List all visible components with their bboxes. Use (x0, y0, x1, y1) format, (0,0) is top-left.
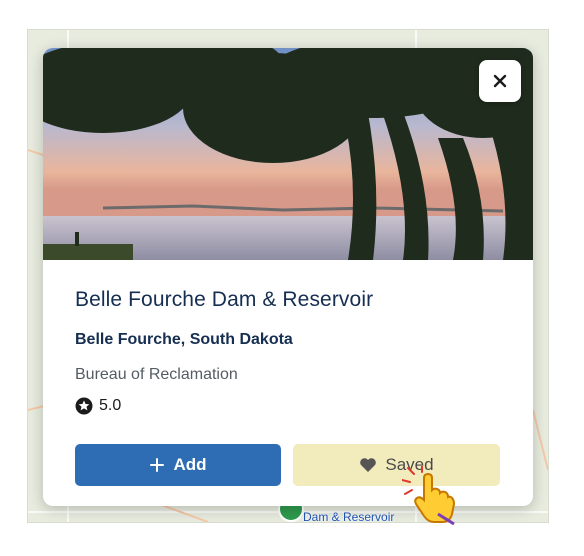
site-location: Belle Fourche, South Dakota (75, 331, 293, 348)
saved-button[interactable]: Saved (293, 444, 500, 486)
close-button[interactable] (479, 60, 521, 102)
site-title: Belle Fourche Dam & Reservoir (75, 288, 374, 311)
plus-icon (150, 458, 165, 472)
site-photo (43, 48, 533, 260)
heart-icon (360, 458, 377, 472)
site-detail-card: Belle Fourche Dam & Reservoir Belle Four… (43, 48, 533, 506)
rating: 5.0 (75, 397, 121, 415)
close-icon (493, 74, 507, 88)
rating-value: 5.0 (99, 397, 122, 414)
map-marker-label[interactable]: Dam & Reservoir (303, 510, 394, 522)
star-badge-icon (75, 397, 93, 415)
add-button[interactable]: Add (75, 444, 281, 486)
site-agency: Bureau of Reclamation (75, 366, 238, 383)
add-button-label: Add (173, 455, 207, 474)
hand-pointer-icon (402, 466, 456, 526)
